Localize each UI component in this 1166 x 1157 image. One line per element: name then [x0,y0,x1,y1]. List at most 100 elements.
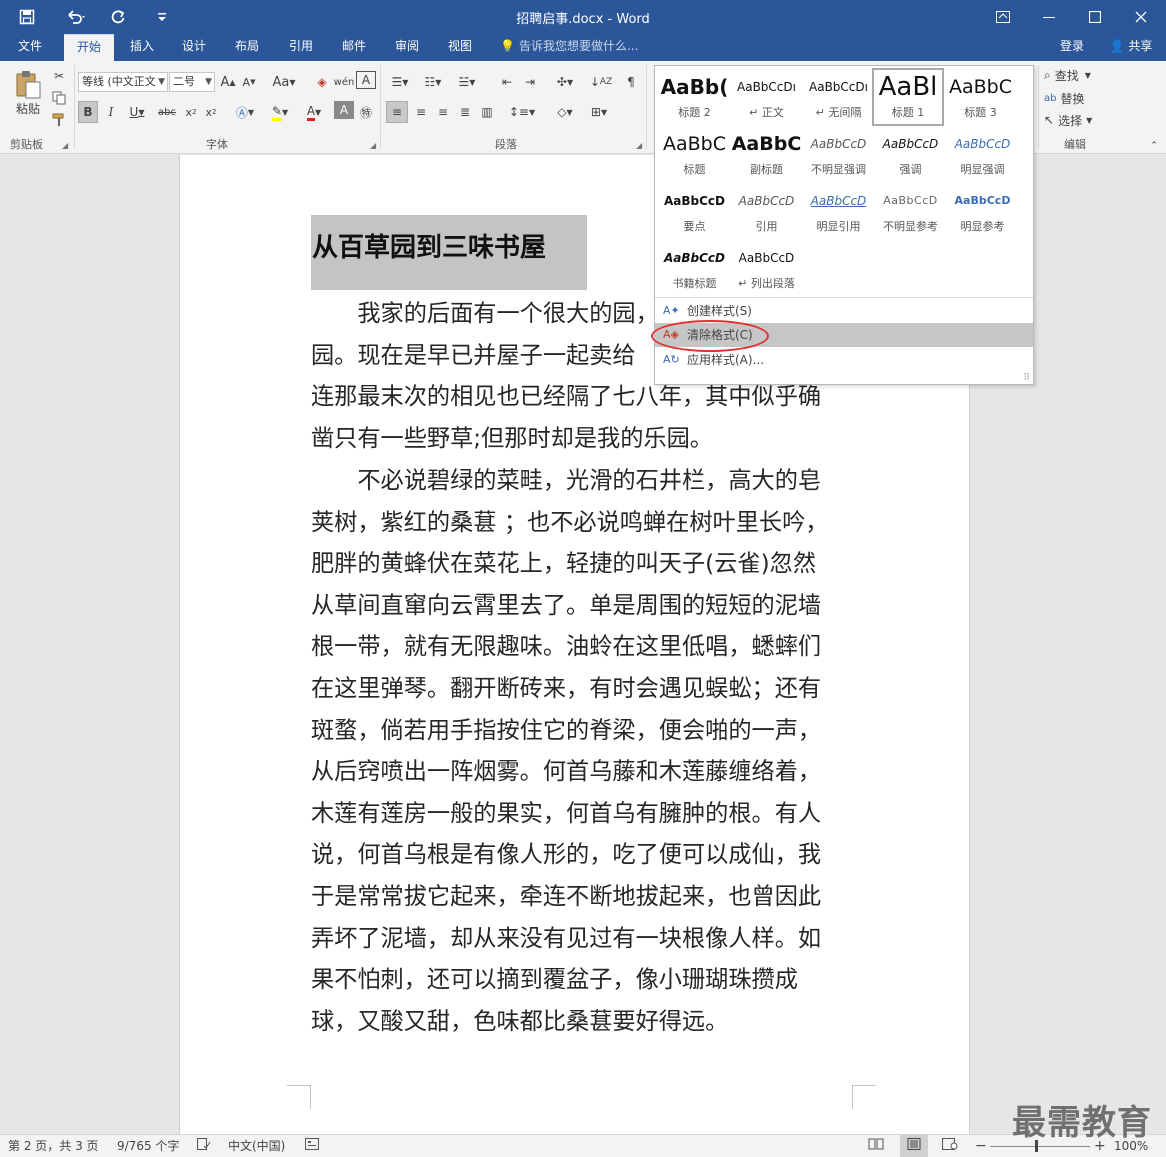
save-icon[interactable] [12,0,42,34]
undo-icon[interactable] [58,0,96,34]
copy-icon[interactable] [48,87,70,109]
tab-home[interactable]: 开始 [64,34,114,61]
shrink-font-icon[interactable]: A ▼ [240,71,258,93]
style-subtle-emphasis[interactable]: AaBbCcD 不明显强调 [803,127,874,183]
tab-review[interactable]: 审阅 [383,34,431,61]
ribbon-display-options-icon[interactable] [980,0,1026,34]
style-heading-2[interactable]: AaBb(标题 2 [659,70,730,126]
tab-view[interactable]: 视图 [436,34,484,61]
style-subtitle[interactable]: AaBbC 副标题 [731,127,802,183]
tab-layout[interactable]: 布局 [223,34,271,61]
change-case-icon[interactable]: Aa ▼ [268,71,300,93]
strikethrough-button[interactable]: abc [155,101,179,123]
style-book-title[interactable]: AaBbCcD 书籍标题 [659,241,730,297]
resize-grip-icon[interactable]: ⠿ [1023,373,1030,383]
underline-button[interactable]: U ▼ [123,101,151,123]
paste-button[interactable]: 粘贴 [8,65,48,121]
share-button[interactable]: 👤 共享 [1098,34,1164,61]
style-heading-3[interactable]: AaBbC 标题 3 [945,70,1016,126]
shading-icon[interactable]: ◇ ▼ [548,101,582,123]
style-intense-quote[interactable]: AaBbCcD 明显引用 [803,184,874,240]
page-count[interactable]: 第 2 页，共 3 页 [8,1135,99,1157]
select-button[interactable]: ↖ 选择 ▼ [1044,109,1108,131]
font-launcher-icon[interactable]: ◢ [370,141,376,150]
minimize-icon[interactable] [1026,0,1072,34]
cut-icon[interactable]: ✂ [48,65,70,87]
redo-icon[interactable] [104,0,132,34]
text-effects-icon[interactable]: Ⓐ ▼ [230,101,260,123]
zoom-slider-track[interactable] [990,1146,1090,1147]
multilevel-list-icon[interactable]: ☱ ▼ [451,71,483,93]
increase-indent-icon[interactable]: ⇥ [519,71,541,93]
replace-button[interactable]: ab 替换 [1044,87,1108,109]
print-layout-icon[interactable] [900,1135,928,1157]
justify-button[interactable]: ≣ [454,101,476,123]
distributed-button[interactable]: ▥ [476,101,498,123]
style-intense-emphasis[interactable]: AaBbCcD 明显强调 [947,127,1018,183]
superscript-button[interactable]: x2 [202,101,220,123]
chevron-down-icon: ▼ [205,77,212,87]
show-formatting-marks-icon[interactable]: ¶ [620,71,642,93]
customize-quick-access-icon[interactable] [150,0,174,34]
group-separator [74,65,75,149]
bold-button[interactable]: B [78,101,98,123]
grow-font-icon[interactable]: A ▲ [219,71,237,93]
font-size-combo[interactable]: 二号 ▼ [169,72,215,92]
language-indicator[interactable]: 中文(中国) [228,1135,285,1157]
tell-me-box[interactable]: 💡 告诉我您想要做什么... [500,34,638,61]
paragraph-2[interactable]: 不必说碧绿的菜畦，光滑的石井栏，高大的皂 荚树，紫红的桑葚 ；也不必说鸣蝉在树叶… [311,460,841,1042]
highlight-color-icon[interactable]: ✎ ▼ [264,101,296,123]
read-mode-icon[interactable] [868,1135,884,1157]
sort-icon[interactable]: ↓ AZ [590,71,612,93]
web-layout-icon[interactable] [942,1135,958,1157]
select-label: 选择 [1058,113,1083,128]
close-icon[interactable] [1118,0,1164,34]
bullets-icon[interactable]: ☰ ▼ [385,71,415,93]
tab-mailings[interactable]: 邮件 [330,34,378,61]
word-count[interactable]: 9/765 个字 [117,1135,179,1157]
tab-insert[interactable]: 插入 [118,34,166,61]
format-painter-icon[interactable] [48,109,70,131]
style-normal[interactable]: AaBbCcDı ↵ 正文 [731,70,802,126]
style-title[interactable]: AaBbC 标题 [659,127,730,183]
align-center-button[interactable]: ≡ [410,101,432,123]
align-right-button[interactable]: ≡ [432,101,454,123]
italic-button[interactable]: I [101,101,121,123]
decrease-indent-icon[interactable]: ⇤ [496,71,518,93]
style-emphasis[interactable]: AaBbCcD 强调 [875,127,946,183]
enclose-character-icon[interactable]: A [356,71,376,89]
macro-recording-icon[interactable] [305,1135,319,1157]
borders-icon[interactable]: ⊞ ▼ [584,101,614,123]
maximize-icon[interactable] [1072,0,1118,34]
font-color-icon[interactable]: A ▼ [299,101,329,123]
find-button[interactable]: ⌕ 查找 ▼ [1044,64,1108,86]
clear-formatting-icon[interactable]: ◈ [312,71,332,93]
tab-design[interactable]: 设计 [170,34,218,61]
style-subtle-reference[interactable]: AaBbCcD 不明显参考 [875,184,946,240]
numbering-icon[interactable]: ☷ ▼ [418,71,448,93]
character-shading-icon[interactable]: A [334,101,354,119]
align-left-button[interactable]: ≡ [386,101,408,123]
proofing-icon[interactable] [197,1135,211,1157]
tab-references[interactable]: 引用 [277,34,325,61]
style-no-spacing[interactable]: AaBbCcDı ↵ 无间隔 [803,70,874,126]
style-intense-reference[interactable]: AaBbCcD 明显参考 [947,184,1018,240]
style-list-paragraph[interactable]: AaBbCcD ↵ 列出段落 [731,241,802,297]
selected-heading-text[interactable]: 从百草园到三味书屋 [311,215,587,290]
style-heading-1[interactable]: AaBl 标题 1 [872,68,944,126]
zoom-out-button[interactable]: − [975,1135,987,1157]
line-spacing-icon[interactable]: ↕≡ ▼ [506,101,538,123]
text-line: 荚树，紫红的桑葚 ；也不必说鸣蝉在树叶里长吟， [311,508,829,536]
phonetic-guide-icon[interactable]: wén [334,71,355,93]
style-quote[interactable]: AaBbCcD 引用 [731,184,802,240]
collapse-ribbon-icon[interactable]: ⌃ [1146,135,1162,157]
font-name-combo[interactable]: 等线 (中文正文 ▼ [78,72,168,92]
tab-file[interactable]: 文件 [4,34,56,61]
enclose-characters-icon[interactable]: ㊕ [356,101,376,123]
chinese-layout-icon[interactable]: ✣ ▼ [548,71,582,93]
sign-in-link[interactable]: 登录 [1060,34,1084,61]
subscript-button[interactable]: x2 [182,101,200,123]
style-strong[interactable]: AaBbCcD 要点 [659,184,730,240]
paragraph-launcher-icon[interactable]: ◢ [636,141,642,150]
clipboard-launcher-icon[interactable]: ◢ [62,141,68,150]
